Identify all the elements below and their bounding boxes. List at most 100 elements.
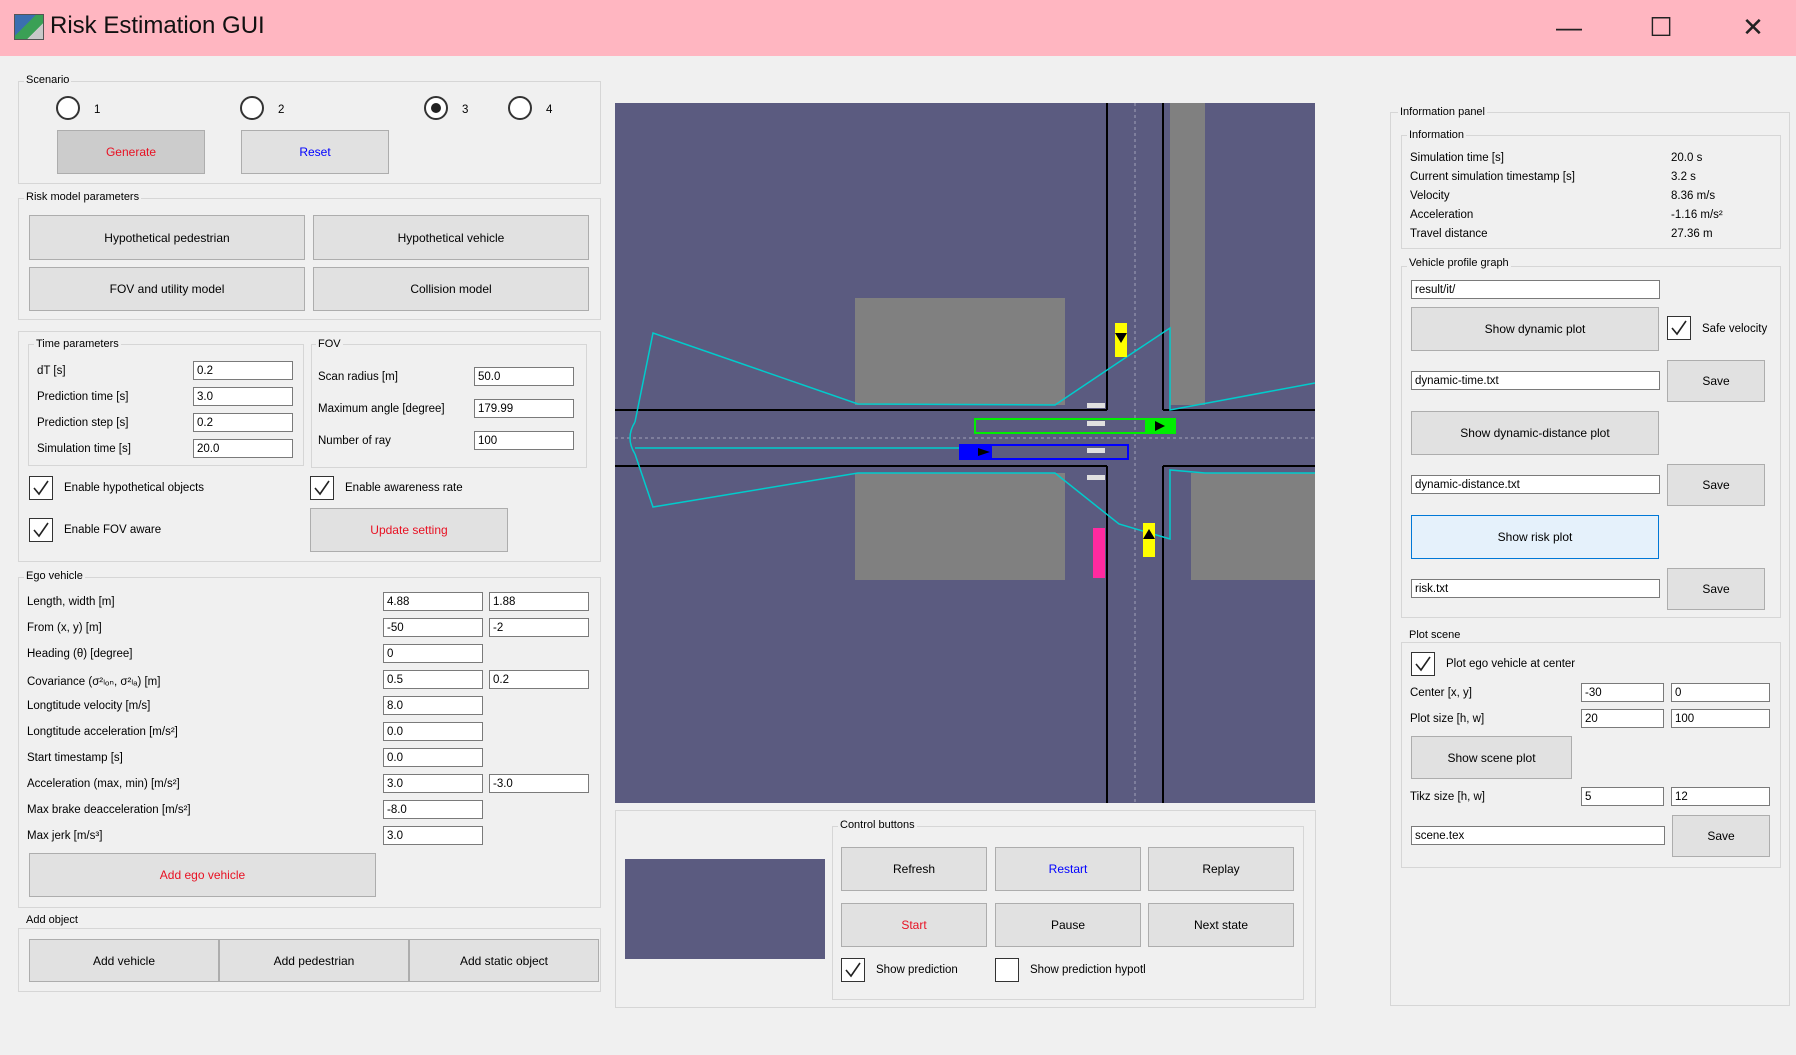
show-risk-plot-button[interactable]: Show risk plot (1411, 515, 1659, 559)
show-dynamic-plot-button[interactable]: Show dynamic plot (1411, 307, 1659, 351)
accel-range-label: Acceleration (max, min) [m/s²] (27, 778, 180, 790)
max-brake-label: Max brake deacceleration [m/s²] (27, 804, 191, 816)
check-icon (33, 522, 49, 538)
length-input[interactable] (383, 592, 483, 611)
info-distance-label: Travel distance (1410, 228, 1488, 240)
fov-title: FOV (316, 338, 343, 350)
show-scene-plot-button[interactable]: Show scene plot (1411, 736, 1572, 779)
obstacle-building-ne (1170, 103, 1205, 405)
pedestrian-south (1143, 523, 1155, 557)
hyp-objects-checkbox[interactable] (29, 476, 53, 500)
fov-aware-label: Enable FOV aware (64, 524, 162, 536)
dynamic-time-file-input[interactable] (1411, 371, 1660, 390)
refresh-button[interactable]: Refresh (841, 847, 987, 891)
start-timestamp-input[interactable] (383, 748, 483, 767)
add-vehicle-button[interactable]: Add vehicle (29, 939, 219, 982)
app-icon (14, 14, 44, 40)
num-ray-input[interactable] (474, 431, 574, 450)
scene-file-input[interactable] (1411, 826, 1665, 845)
scenario-label-3: 3 (462, 104, 469, 116)
info-acceleration-value: -1.16 m/s² (1671, 209, 1723, 221)
plot-size-w-input[interactable] (1671, 709, 1770, 728)
awareness-checkbox[interactable] (310, 476, 334, 500)
info-acceleration-label: Acceleration (1410, 209, 1474, 221)
start-button[interactable]: Start (841, 903, 987, 947)
fov-utility-button[interactable]: FOV and utility model (29, 267, 305, 311)
replay-button[interactable]: Replay (1148, 847, 1294, 891)
close-button[interactable]: ✕ (1733, 8, 1773, 46)
hyp-vehicle-button[interactable]: Hypothetical vehicle (313, 215, 589, 260)
add-pedestrian-button[interactable]: Add pedestrian (219, 939, 409, 982)
reset-button[interactable]: Reset (241, 130, 389, 174)
show-dynamic-distance-plot-button[interactable]: Show dynamic-distance plot (1411, 411, 1659, 455)
center-x-input[interactable] (1581, 683, 1664, 702)
lon-velocity-input[interactable] (383, 696, 483, 715)
info-velocity-label: Velocity (1410, 190, 1450, 202)
risk-file-input[interactable] (1411, 579, 1660, 598)
safe-velocity-checkbox[interactable] (1667, 316, 1691, 340)
pred-step-input[interactable] (193, 413, 293, 432)
max-jerk-input[interactable] (383, 826, 483, 845)
result-path-input[interactable] (1411, 280, 1660, 299)
from-y-input[interactable] (489, 618, 589, 637)
accel-min-input[interactable] (489, 774, 589, 793)
cov-lon-input[interactable] (383, 670, 483, 689)
center-y-input[interactable] (1671, 683, 1770, 702)
generate-button[interactable]: Generate (57, 130, 205, 174)
scan-radius-input[interactable] (474, 367, 574, 386)
ego-vehicle-title: Ego vehicle (24, 570, 85, 582)
scan-radius-label: Scan radius [m] (318, 371, 398, 383)
plot-size-h-input[interactable] (1581, 709, 1664, 728)
scenario-radio-2[interactable] (240, 96, 264, 120)
maximize-button[interactable]: ☐ (1641, 8, 1681, 46)
check-icon (1671, 320, 1687, 336)
dynamic-distance-file-input[interactable] (1411, 475, 1660, 494)
max-brake-input[interactable] (383, 800, 483, 819)
next-state-button[interactable]: Next state (1148, 903, 1294, 947)
show-prediction-hyp-checkbox[interactable] (995, 958, 1019, 982)
show-prediction-hyp-label: Show prediction hypotl (1030, 964, 1146, 976)
tikz-w-input[interactable] (1671, 787, 1770, 806)
information-panel-title: Information panel (1398, 106, 1487, 118)
cov-lat-input[interactable] (489, 670, 589, 689)
save-dynamic-time-button[interactable]: Save (1667, 360, 1765, 402)
sim-time-input[interactable] (193, 439, 293, 458)
information-title: Information (1407, 129, 1467, 141)
add-ego-vehicle-button[interactable]: Add ego vehicle (29, 853, 376, 897)
restart-button[interactable]: Restart (995, 847, 1141, 891)
dt-input[interactable] (193, 361, 293, 380)
update-setting-button[interactable]: Update setting (310, 508, 508, 552)
max-angle-input[interactable] (474, 399, 574, 418)
scenario-radio-3[interactable] (424, 96, 448, 120)
collision-model-button[interactable]: Collision model (313, 267, 589, 311)
center-label: Center [x, y] (1410, 687, 1472, 699)
pause-button[interactable]: Pause (995, 903, 1141, 947)
scene-map (615, 103, 1315, 803)
save-dynamic-distance-button[interactable]: Save (1667, 464, 1765, 506)
check-icon (845, 962, 861, 978)
scenario-radio-1[interactable] (56, 96, 80, 120)
info-velocity-value: 8.36 m/s (1671, 190, 1716, 202)
crosswalk-marker (1087, 475, 1105, 480)
pred-time-input[interactable] (193, 387, 293, 406)
show-prediction-checkbox[interactable] (841, 958, 865, 982)
fov-aware-checkbox[interactable] (29, 518, 53, 542)
info-distance-value: 27.36 m (1671, 228, 1713, 240)
ego-center-checkbox[interactable] (1411, 652, 1435, 676)
minimize-button[interactable]: — (1549, 8, 1589, 46)
heading-label: Heading (θ) [degree] (27, 648, 133, 660)
width-input[interactable] (489, 592, 589, 611)
simulation-canvas[interactable] (615, 103, 1315, 803)
heading-input[interactable] (383, 644, 483, 663)
from-x-input[interactable] (383, 618, 483, 637)
add-static-object-button[interactable]: Add static object (409, 939, 599, 982)
accel-max-input[interactable] (383, 774, 483, 793)
save-risk-button[interactable]: Save (1667, 568, 1765, 610)
scenario-label-4: 4 (546, 104, 553, 116)
lon-accel-input[interactable] (383, 722, 483, 741)
tikz-h-input[interactable] (1581, 787, 1664, 806)
hyp-pedestrian-button[interactable]: Hypothetical pedestrian (29, 215, 305, 260)
max-jerk-label: Max jerk [m/s³] (27, 830, 103, 842)
save-scene-button[interactable]: Save (1672, 815, 1770, 857)
scenario-radio-4[interactable] (508, 96, 532, 120)
